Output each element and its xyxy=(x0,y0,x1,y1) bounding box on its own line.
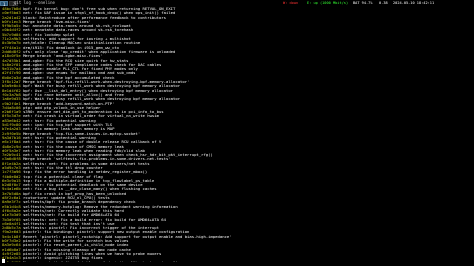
screen: 1 2 git log --oneline W: down E: up (100… xyxy=(0,0,474,266)
wifi-status: W: down xyxy=(283,1,299,5)
workspace-1-button[interactable]: 1 xyxy=(0,0,9,7)
top-status-bar: 1 2 git log --oneline W: down E: up (100… xyxy=(0,0,474,7)
commit-hash: 0e5c8f29 xyxy=(2,261,21,262)
load-status: 0.38 xyxy=(379,1,388,5)
window-title: git log --oneline xyxy=(14,0,55,5)
log-line: 0e5c8f29 Merge branch 'bpf-fix-nf_table_… xyxy=(2,261,472,262)
battery-status: BAT 94.7% xyxy=(353,1,373,5)
commit-message: Merge branch 'bpf-fix-nf_table_conf_drai… xyxy=(23,261,178,262)
terminal-output[interactable]: 48bc7b8d bpf: Fix kernel bug: don't free… xyxy=(2,7,472,262)
prompt-line[interactable] xyxy=(2,258,5,263)
text-cursor xyxy=(2,258,5,263)
ethernet-status: E: up (1000 Mbit/s) xyxy=(307,1,349,5)
clock-status: 2024-05-10 18:42:11 xyxy=(393,1,435,5)
